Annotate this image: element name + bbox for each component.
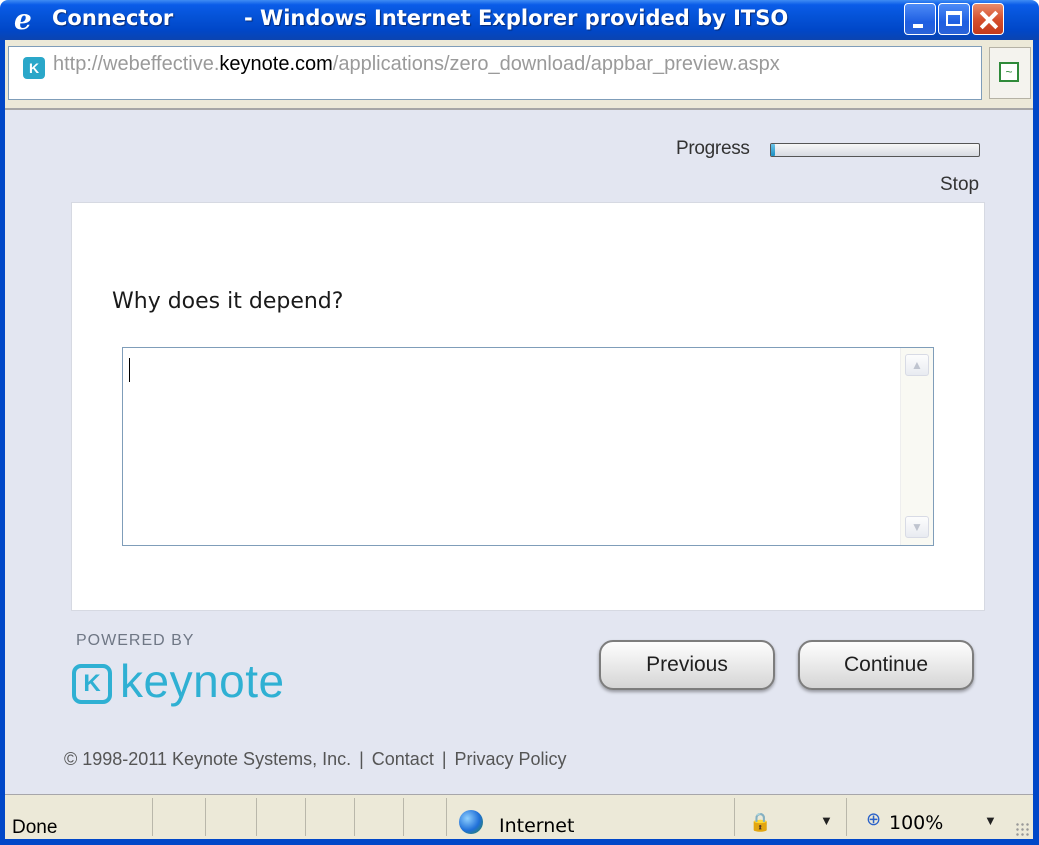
title-bar: e Connector - Windows Internet Explorer …: [0, 0, 1039, 40]
footer: © 1998-2011 Keynote Systems, Inc. | Contac…: [64, 749, 567, 770]
status-panel-divider: [205, 798, 206, 836]
maximize-button[interactable]: [938, 3, 970, 35]
internet-globe-icon: [459, 810, 483, 834]
previous-button[interactable]: Previous: [599, 640, 775, 690]
status-panel-divider: [256, 798, 257, 836]
footer-separator: |: [441, 749, 447, 769]
compatibility-view-icon: ~: [999, 62, 1019, 82]
question-text: Why does it depend?: [112, 289, 344, 314]
url-domain: keynote.com: [219, 53, 333, 75]
url-suffix: /applications/zero_download/appbar_previ…: [332, 53, 780, 75]
keynote-logo-icon: K: [72, 664, 112, 704]
minimize-icon: [905, 4, 935, 34]
status-text: Done: [12, 817, 58, 838]
protected-mode-icon[interactable]: 🔒: [749, 812, 777, 834]
window-frame-bottom: [0, 839, 1039, 845]
protected-mode-dropdown-icon[interactable]: ▼: [820, 813, 833, 828]
window-title-rest: - Windows Internet Explorer provided by …: [244, 6, 789, 30]
powered-by-label: POWERED BY: [76, 632, 195, 649]
compatibility-view-button[interactable]: ~: [989, 47, 1031, 99]
url-prefix: http://webeffective.: [53, 53, 220, 75]
answer-textarea[interactable]: ▲ ▼: [122, 347, 934, 546]
maximize-icon: [939, 4, 969, 34]
privacy-policy-link[interactable]: Privacy Policy: [455, 749, 567, 769]
zoom-dropdown-icon[interactable]: ▼: [984, 813, 997, 828]
zoom-icon[interactable]: ⊕: [866, 809, 888, 831]
progress-fill: [771, 144, 776, 156]
status-panel-divider: [403, 798, 404, 836]
progress-label: Progress: [676, 138, 750, 159]
status-panel-divider: [152, 798, 153, 836]
scroll-up-icon[interactable]: ▲: [905, 354, 929, 376]
address-url: http://webeffective.keynote.com/applicat…: [53, 53, 780, 76]
text-caret: [129, 358, 130, 382]
textarea-scrollbar[interactable]: ▲ ▼: [900, 348, 933, 545]
zoom-level[interactable]: 100%: [889, 812, 943, 834]
status-panel-divider: [846, 798, 847, 836]
status-panel-divider: [354, 798, 355, 836]
status-panel-divider: [305, 798, 306, 836]
stop-link[interactable]: Stop: [940, 174, 979, 196]
keynote-logo-text: keynote: [120, 655, 285, 707]
status-panel-divider: [734, 798, 735, 836]
resize-grip-icon[interactable]: [1015, 822, 1031, 838]
minimize-button[interactable]: [904, 3, 936, 35]
zone-label: Internet: [499, 815, 575, 837]
window-title-app: Connector: [52, 6, 174, 30]
progress-bar: [770, 143, 980, 157]
scroll-down-icon[interactable]: ▼: [905, 516, 929, 538]
address-field[interactable]: K http://webeffective.keynote.com/applic…: [8, 46, 982, 100]
close-button[interactable]: [972, 3, 1004, 35]
close-icon: [973, 4, 1003, 34]
continue-button[interactable]: Continue: [798, 640, 974, 690]
window-frame-right: [1033, 40, 1039, 845]
status-panel-divider: [446, 798, 447, 836]
copyright-text: © 1998-2011 Keynote Systems, Inc.: [64, 749, 352, 769]
keynote-favicon-icon: K: [23, 57, 45, 79]
ie-logo-icon: e: [14, 3, 32, 36]
footer-separator: |: [359, 749, 364, 769]
contact-link[interactable]: Contact: [372, 749, 434, 769]
